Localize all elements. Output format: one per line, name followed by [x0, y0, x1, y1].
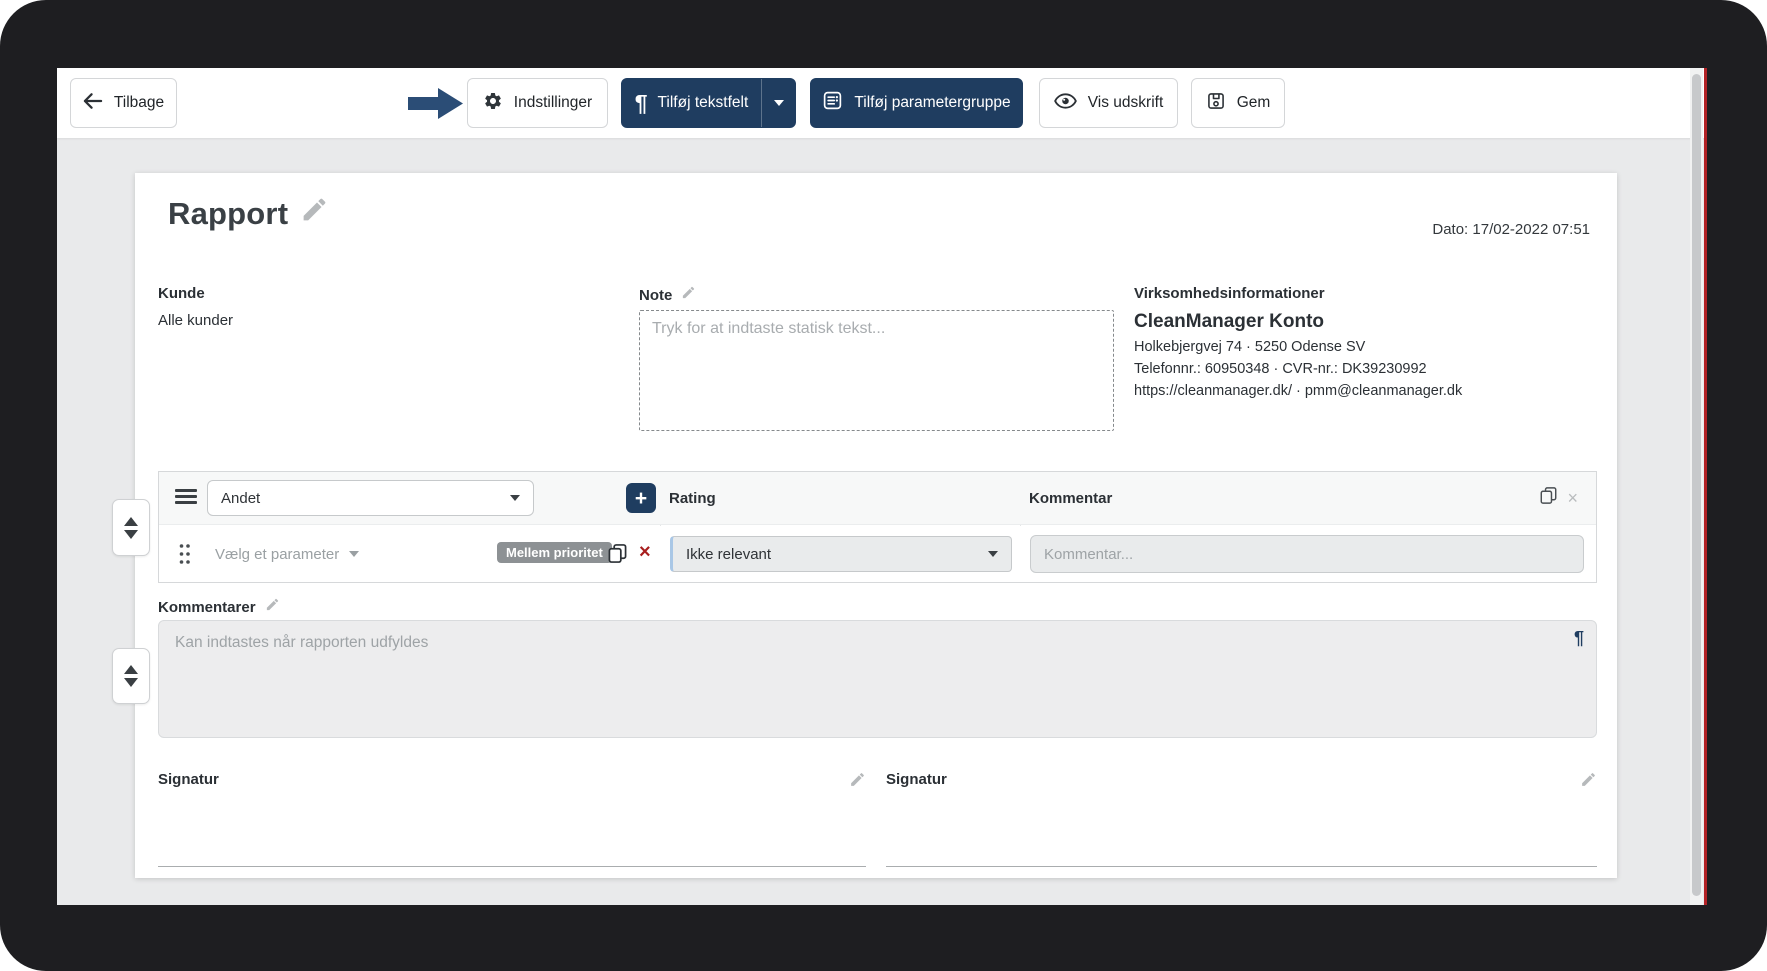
pointer-arrow-icon	[408, 87, 464, 120]
company-name: CleanManager Konto	[1134, 311, 1325, 332]
delete-row-icon[interactable]: ×	[639, 540, 651, 564]
comments-label-row: Kommentarer	[158, 597, 280, 617]
toolbar: Tilbage Indstillinger ¶ Tilføj tekstfelt	[57, 68, 1707, 138]
signature-label: Signatur	[158, 771, 219, 788]
back-button-label: Tilbage	[113, 94, 165, 111]
customer-value: Alle kunder	[158, 312, 234, 329]
priority-badge[interactable]: Mellem prioritet	[497, 542, 612, 563]
duplicate-row-icon[interactable]	[608, 543, 627, 569]
report-page: Rapport Dato: 17/02-2022 07:51 Kunde All…	[135, 173, 1617, 878]
note-input[interactable]	[639, 310, 1114, 431]
add-textfield-button[interactable]: ¶ Tilføj tekstfelt	[621, 78, 796, 128]
parameter-row: Vælg et parameter Mellem prioritet × Ikk…	[159, 526, 1596, 582]
move-down-icon	[124, 678, 138, 687]
back-button[interactable]: Tilbage	[70, 78, 177, 128]
edit-signature-pencil-icon[interactable]	[849, 771, 866, 793]
plus-icon: +	[634, 486, 648, 510]
gear-icon	[483, 91, 503, 116]
move-comments-section-button[interactable]	[112, 648, 150, 704]
comments-field-wrap: ¶	[158, 620, 1597, 738]
edit-signature-pencil-icon[interactable]	[1580, 771, 1597, 793]
add-parametergroup-label: Tilføj parametergruppe	[854, 94, 1011, 111]
pilcrow-icon: ¶	[634, 89, 648, 116]
settings-button[interactable]: Indstillinger	[467, 78, 608, 128]
add-parameter-button[interactable]: +	[626, 483, 656, 513]
rating-select[interactable]: Ikke relevant	[670, 536, 1012, 572]
customer-block: Kunde Alle kunder	[158, 285, 233, 329]
company-phone-cvr: Telefonnr.: 60950348 · CVR-nr.: DK392309…	[1134, 361, 1427, 377]
move-up-icon	[124, 516, 138, 526]
parameter-group: Andet + Rating Kommentar × Vælg et param…	[158, 471, 1597, 583]
company-web-email: https://cleanmanager.dk/ · pmm@cleanmana…	[1134, 383, 1463, 399]
company-info-block: Virksomhedsinformationer CleanManager Ko…	[1134, 285, 1604, 399]
signature-block: Signatur	[158, 771, 866, 867]
category-select-value: Andet	[221, 489, 261, 507]
chevron-down-icon	[773, 100, 784, 106]
save-floppy-icon	[1206, 91, 1226, 116]
pilcrow-icon: ¶	[1573, 628, 1584, 648]
signature-block: Signatur	[886, 771, 1597, 867]
parameter-select-placeholder: Vælg et parameter	[215, 545, 340, 563]
group-drag-handle-icon[interactable]	[175, 489, 197, 507]
add-textfield-main: ¶ Tilføj tekstfelt	[622, 79, 761, 127]
duplicate-group-icon[interactable]	[1540, 486, 1557, 510]
chevron-down-icon	[349, 551, 360, 557]
eye-icon	[1053, 91, 1077, 116]
print-preview-label: Vis udskrift	[1087, 94, 1164, 111]
company-address: Holkebjergvej 74 · 5250 Odense SV	[1134, 339, 1366, 355]
comments-label: Kommentarer	[158, 598, 256, 616]
customer-label: Kunde	[158, 285, 205, 302]
window-frame: Tilbage Indstillinger ¶ Tilføj tekstfelt	[0, 0, 1767, 971]
signature-label: Signatur	[886, 771, 947, 788]
row-drag-handle-icon[interactable]	[178, 542, 191, 571]
add-textfield-dropdown-toggle[interactable]	[762, 79, 795, 127]
note-label: Note	[639, 286, 673, 304]
comment-column-header: Kommentar	[1029, 489, 1113, 507]
add-parametergroup-button[interactable]: Tilføj parametergruppe	[810, 78, 1023, 128]
report-date: Dato: 17/02-2022 07:51	[1432, 221, 1590, 238]
report-title-row: Rapport	[168, 195, 329, 232]
vertical-scrollbar	[1690, 68, 1703, 905]
screenshot-stage: Tilbage Indstillinger ¶ Tilføj tekstfelt	[0, 0, 1767, 971]
move-parameter-group-button[interactable]	[112, 499, 150, 556]
app-window: Tilbage Indstillinger ¶ Tilføj tekstfelt	[57, 68, 1707, 905]
edit-comments-pencil-icon[interactable]	[265, 597, 280, 617]
edit-note-pencil-icon[interactable]	[681, 285, 696, 305]
chevron-down-icon	[510, 495, 520, 501]
back-arrow-icon	[83, 92, 103, 115]
note-label-row: Note	[639, 285, 696, 305]
rating-column-header: Rating	[669, 489, 716, 507]
print-preview-button[interactable]: Vis udskrift	[1039, 78, 1178, 128]
group-header-actions: ×	[1540, 472, 1578, 524]
parameter-select[interactable]: Vælg et parameter	[215, 526, 360, 582]
chevron-down-icon	[988, 551, 998, 557]
move-up-icon	[124, 665, 138, 674]
report-title: Rapport	[168, 196, 289, 231]
settings-button-label: Indstillinger	[513, 94, 593, 111]
content-area: Rapport Dato: 17/02-2022 07:51 Kunde All…	[57, 138, 1707, 905]
recording-border-line	[1704, 68, 1707, 905]
parameter-group-header: Andet + Rating Kommentar ×	[159, 472, 1596, 525]
scrollbar-thumb[interactable]	[1692, 74, 1701, 896]
company-info-heading: Virksomhedsinformationer	[1134, 285, 1325, 302]
save-button-label: Gem	[1236, 94, 1271, 111]
row-comment-input[interactable]	[1030, 535, 1584, 573]
save-button[interactable]: Gem	[1191, 78, 1285, 128]
rating-select-value: Ikke relevant	[686, 545, 772, 563]
edit-title-pencil-icon[interactable]	[300, 195, 329, 232]
move-down-icon	[124, 529, 138, 539]
remove-group-icon[interactable]: ×	[1567, 489, 1578, 507]
list-icon	[822, 90, 843, 116]
add-textfield-label: Tilføj tekstfelt	[657, 94, 749, 111]
comments-textarea[interactable]	[158, 620, 1597, 738]
category-select[interactable]: Andet	[207, 480, 534, 516]
